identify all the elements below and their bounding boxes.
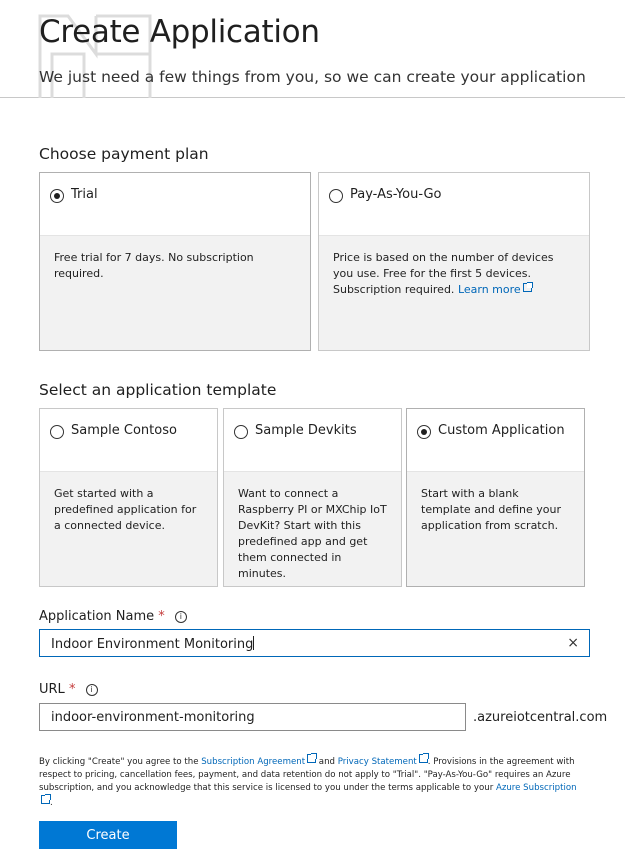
template-devkits-label[interactable]: Sample Devkits xyxy=(255,423,357,438)
url-value: indoor-environment-monitoring xyxy=(51,710,255,725)
template-devkits-description: Want to connect a Raspberry PI or MXChip… xyxy=(238,487,387,580)
template-contoso-head[interactable]: Sample Contoso xyxy=(40,409,217,472)
external-link-icon xyxy=(41,794,51,804)
plan-card-trial[interactable]: Trial Free trial for 7 days. No subscrip… xyxy=(39,172,311,351)
page-title: Create Application xyxy=(39,14,320,50)
info-icon[interactable]: i xyxy=(85,684,98,696)
url-suffix: .azureiotcentral.com xyxy=(473,710,608,725)
payment-plan-title: Choose payment plan xyxy=(39,145,209,163)
required-marker: * xyxy=(158,609,165,624)
plan-card-payg[interactable]: Pay-As-You-Go Price is based on the numb… xyxy=(318,172,590,351)
template-contoso-label[interactable]: Sample Contoso xyxy=(71,423,177,438)
plan-payg-label[interactable]: Pay-As-You-Go xyxy=(350,187,442,202)
external-link-icon xyxy=(307,753,318,763)
page-header: Create Application We just need a few th… xyxy=(0,0,625,98)
template-devkits-radio[interactable] xyxy=(234,425,248,439)
app-name-value: Indoor Environment Monitoring xyxy=(51,637,254,652)
template-card-custom-application[interactable]: Custom Application Start with a blank te… xyxy=(406,408,585,587)
clear-icon[interactable]: × xyxy=(567,635,579,651)
plan-payg-radio[interactable] xyxy=(329,189,343,203)
template-contoso-description: Get started with a predefined applicatio… xyxy=(54,487,197,532)
create-button[interactable]: Create xyxy=(39,821,177,849)
plan-card-trial-head[interactable]: Trial xyxy=(40,173,310,236)
plan-trial-label[interactable]: Trial xyxy=(71,187,98,202)
external-link-icon xyxy=(418,753,429,763)
page-subtitle: We just need a few things from you, so w… xyxy=(39,68,586,86)
info-icon[interactable]: i xyxy=(174,611,187,623)
app-name-input[interactable]: Indoor Environment Monitoring × xyxy=(39,629,590,657)
template-custom-head[interactable]: Custom Application xyxy=(407,409,584,472)
template-custom-radio[interactable] xyxy=(417,425,431,439)
url-input[interactable]: indoor-environment-monitoring xyxy=(39,703,466,731)
privacy-statement-link[interactable]: Privacy Statement xyxy=(338,753,429,767)
legal-notice: By clicking "Create" you agree to the Su… xyxy=(39,753,579,810)
plan-trial-radio[interactable] xyxy=(50,189,64,203)
template-contoso-radio[interactable] xyxy=(50,425,64,439)
text-caret xyxy=(253,636,255,650)
template-devkits-head[interactable]: Sample Devkits xyxy=(224,409,401,472)
template-title: Select an application template xyxy=(39,381,277,399)
template-custom-label[interactable]: Custom Application xyxy=(438,423,565,438)
app-name-label: Application Name * i xyxy=(39,609,187,624)
plan-card-payg-head[interactable]: Pay-As-You-Go xyxy=(319,173,589,236)
template-card-sample-contoso[interactable]: Sample Contoso Get started with a predef… xyxy=(39,408,218,587)
plan-trial-description: Free trial for 7 days. No subscription r… xyxy=(54,251,254,280)
external-link-icon xyxy=(522,282,533,292)
required-marker: * xyxy=(68,682,76,697)
url-label: URL * i xyxy=(39,682,98,697)
template-card-sample-devkits[interactable]: Sample Devkits Want to connect a Raspber… xyxy=(223,408,402,587)
template-custom-description: Start with a blank template and define y… xyxy=(421,487,561,532)
plan-payg-description-block: Price is based on the number of devices … xyxy=(319,236,589,312)
subscription-agreement-link[interactable]: Subscription Agreement xyxy=(201,753,318,767)
learn-more-link[interactable]: Learn more xyxy=(458,282,533,296)
